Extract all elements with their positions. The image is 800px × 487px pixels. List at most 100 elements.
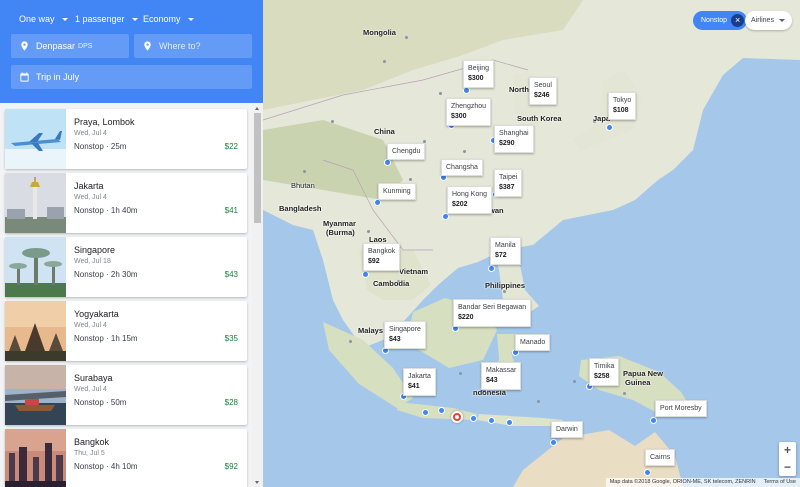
- destination-dot[interactable]: [385, 160, 390, 165]
- map-destination-card[interactable]: Manado: [515, 334, 551, 351]
- result-city: Praya, Lombok: [74, 117, 135, 127]
- trip-type-dropdown[interactable]: One way: [19, 14, 68, 24]
- map-destination-card[interactable]: Shanghai $290: [494, 125, 534, 153]
- airport-dot: [349, 340, 352, 343]
- map-destination-card[interactable]: Darwin: [551, 421, 583, 438]
- airlines-filter-dropdown[interactable]: Airlines: [745, 11, 792, 30]
- destination-dot[interactable]: [464, 88, 469, 93]
- destination-dot[interactable]: [443, 214, 448, 219]
- map-destination-card[interactable]: Timika $258: [589, 358, 620, 386]
- destination-dot[interactable]: [489, 266, 494, 271]
- origin-location-marker[interactable]: [451, 411, 463, 423]
- map-destination-card[interactable]: Changsha: [441, 159, 483, 176]
- result-price: $43: [224, 270, 238, 279]
- destination-dot[interactable]: [375, 200, 380, 205]
- country-label: Papua New: [623, 369, 664, 378]
- country-label: North: [509, 85, 529, 94]
- map-destination-card[interactable]: Cairns: [645, 449, 676, 466]
- map-destination-city: Beijing: [468, 65, 490, 72]
- map-destination-card[interactable]: Kunming: [378, 183, 416, 200]
- map-destination-card[interactable]: Bangkok $92: [363, 243, 401, 271]
- destination-dot[interactable]: [551, 440, 556, 445]
- result-price: $22: [224, 142, 238, 151]
- map-destination-card[interactable]: Chengdu: [387, 143, 426, 160]
- result-price: $92: [224, 462, 238, 471]
- destination-photo: [5, 237, 66, 297]
- country-label: Myanmar: [323, 219, 356, 228]
- zoom-in-button[interactable]: +: [779, 442, 796, 459]
- passengers-dropdown[interactable]: 1 passenger: [75, 14, 138, 24]
- zoom-out-button[interactable]: −: [779, 459, 796, 476]
- zoom-controls: + −: [779, 442, 796, 476]
- map-destination-card[interactable]: Beijing $300: [463, 60, 495, 88]
- map-destination-card[interactable]: Port Moresby: [655, 400, 707, 417]
- result-card[interactable]: Jakarta Wed, Jul 4 Nonstop · 1h 40m $41: [5, 173, 247, 233]
- airport-dot: [463, 150, 466, 153]
- map-destination-card[interactable]: Zhengzhou $300: [446, 98, 492, 126]
- close-icon[interactable]: ×: [731, 14, 745, 27]
- destination-field[interactable]: Where to?: [134, 34, 252, 58]
- map-data-credit: Map data ©2018 Google, ORION-ME, SK tele…: [609, 479, 756, 485]
- country-label: Mongolia: [363, 28, 396, 37]
- country-label: (Burma): [326, 228, 355, 237]
- scrollbar-thumb[interactable]: [254, 113, 261, 223]
- map-destination-city: Kunming: [383, 188, 411, 195]
- destination-dot[interactable]: [489, 418, 494, 423]
- results-scrollbar[interactable]: [252, 104, 263, 487]
- map-destination-city: Cairns: [650, 454, 671, 461]
- location-pin-icon: [21, 41, 28, 51]
- map-destination-city: Zhengzhou: [451, 103, 487, 110]
- map-destination-card[interactable]: Manila $72: [490, 237, 521, 265]
- map-destination-city: Bandar Seri Begawan: [458, 304, 527, 311]
- map-destination-card[interactable]: Hong Kong $202: [447, 186, 493, 214]
- origin-field[interactable]: Denpasar DPS: [11, 34, 129, 58]
- destination-dot[interactable]: [607, 125, 612, 130]
- map-destination-card[interactable]: Jakarta $41: [403, 368, 436, 396]
- destination-dot[interactable]: [439, 408, 444, 413]
- airport-dot: [367, 230, 370, 233]
- map-destination-card[interactable]: Seoul $246: [529, 77, 557, 105]
- result-card[interactable]: Bangkok Thu, Jul 5 Nonstop · 4h 10m $92: [5, 429, 247, 487]
- map-destination-card[interactable]: Bandar Seri Begawan $220: [453, 299, 532, 327]
- terms-link[interactable]: Terms of Use: [764, 479, 796, 486]
- map-destination-card[interactable]: Taipei $387: [494, 169, 523, 197]
- result-card[interactable]: Praya, Lombok Wed, Jul 4 Nonstop · 25m $…: [5, 109, 247, 169]
- result-date: Wed, Jul 18: [74, 258, 111, 265]
- result-card[interactable]: Singapore Wed, Jul 18 Nonstop · 2h 30m $…: [5, 237, 247, 297]
- flights-app: One way 1 passenger Economy Denpasar DPS…: [0, 0, 800, 487]
- scroll-up-arrow-icon[interactable]: [255, 107, 259, 110]
- map-destination-card[interactable]: Makassar $43: [481, 362, 522, 390]
- nonstop-filter-chip[interactable]: Nonstop ×: [693, 11, 748, 30]
- cabin-class-dropdown[interactable]: Economy: [143, 14, 194, 24]
- dates-field[interactable]: Trip in July: [11, 65, 252, 89]
- destination-dot[interactable]: [645, 470, 650, 475]
- destination-photo: [5, 109, 66, 169]
- result-card[interactable]: Yogyakarta Wed, Jul 4 Nonstop · 1h 15m $…: [5, 301, 247, 361]
- destination-dot[interactable]: [471, 416, 476, 421]
- map-destination-price: $300: [451, 113, 467, 120]
- destination-photo: [5, 365, 66, 425]
- result-card[interactable]: Surabaya Wed, Jul 4 Nonstop · 50m $28: [5, 365, 247, 425]
- map-destination-city: Manila: [495, 242, 516, 249]
- result-duration: Nonstop · 50m: [74, 398, 127, 407]
- map-destination-price: $220: [458, 314, 474, 321]
- airport-dot: [331, 120, 334, 123]
- map-destination-card[interactable]: Singapore $43: [384, 321, 426, 349]
- destination-dot[interactable]: [507, 420, 512, 425]
- result-date: Wed, Jul 4: [74, 322, 107, 329]
- chevron-down-icon: [131, 17, 138, 21]
- country-label: Bangladesh: [279, 204, 322, 213]
- destination-dot[interactable]: [423, 410, 428, 415]
- destination-dot[interactable]: [651, 418, 656, 423]
- airport-dot: [405, 36, 408, 39]
- airport-dot: [623, 392, 626, 395]
- map-destination-city: Singapore: [389, 326, 421, 333]
- passengers-label: 1 passenger: [75, 14, 125, 24]
- explore-map[interactable]: Mongolia China North South Korea Japa Bh…: [263, 0, 800, 487]
- country-label: Philippines: [485, 281, 526, 290]
- destination-dot[interactable]: [363, 272, 368, 277]
- map-destination-city: Jakarta: [408, 373, 431, 380]
- map-destination-card[interactable]: Tokyo $108: [608, 92, 637, 120]
- country-label: Vietnam: [399, 267, 429, 276]
- scroll-down-arrow-icon[interactable]: [255, 481, 259, 484]
